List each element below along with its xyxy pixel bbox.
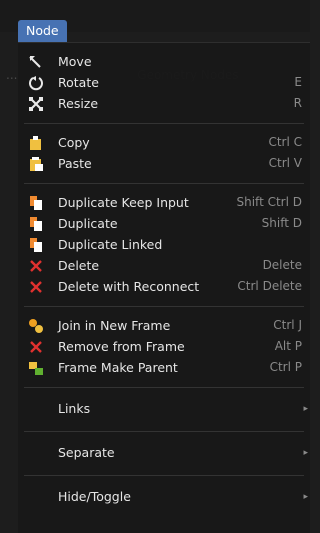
links-label: Links — [58, 401, 91, 416]
remove-from-frame-label: Remove from Frame — [58, 339, 185, 354]
copy-label: Copy — [58, 135, 90, 150]
delete-reconnect-label: Delete with Reconnect — [58, 279, 200, 294]
copy-shortcut: Ctrl C — [268, 135, 302, 149]
delete-icon — [28, 339, 44, 355]
delete-shortcut: Delete — [262, 258, 302, 272]
submenu-arrow-icon: ▸ — [303, 492, 308, 502]
menu-item-paste[interactable]: Paste Ctrl V — [18, 153, 310, 174]
move-icon — [28, 54, 44, 70]
frame-make-parent-shortcut: Ctrl P — [269, 360, 302, 374]
copy-icon — [28, 135, 44, 151]
submenu-arrow-icon: ▸ — [303, 448, 308, 458]
duplicate-keep-input-label: Duplicate Keep Input — [58, 195, 189, 210]
delete-icon — [28, 279, 44, 295]
menu-item-delete[interactable]: Delete Delete — [18, 255, 310, 276]
join-new-frame-shortcut: Ctrl J — [273, 318, 302, 332]
menu-item-delete-reconnect[interactable]: Delete with Reconnect Ctrl Delete — [18, 276, 310, 297]
menu-item-hide-toggle[interactable]: Hide/Toggle ▸ — [18, 484, 310, 510]
menu-item-separate[interactable]: Separate ▸ — [18, 440, 310, 466]
node-menu: Move Rotate E Resize R Copy Ctrl C Paste… — [18, 42, 310, 533]
delete-label: Delete — [58, 258, 100, 273]
menu-item-remove-from-frame[interactable]: Remove from Frame Alt P — [18, 336, 310, 357]
hide-toggle-label: Hide/Toggle — [58, 489, 131, 504]
menu-item-rotate[interactable]: Rotate E — [18, 72, 310, 93]
menu-item-join-new-frame[interactable]: Join in New Frame Ctrl J — [18, 315, 310, 336]
delete-reconnect-shortcut: Ctrl Delete — [237, 279, 302, 293]
menu-item-resize[interactable]: Resize R — [18, 93, 310, 114]
menu-separator — [24, 387, 304, 388]
frame-make-parent-label: Frame Make Parent — [58, 360, 178, 375]
menu-item-duplicate-keep-input[interactable]: Duplicate Keep Input Shift Ctrl D — [18, 192, 310, 213]
breadcrumb-left: ... — [6, 68, 18, 82]
duplicate-icon — [28, 216, 44, 232]
duplicate-shortcut: Shift D — [261, 216, 302, 230]
resize-icon — [28, 96, 44, 112]
separate-label: Separate — [58, 445, 115, 460]
duplicate-label: Duplicate — [58, 216, 118, 231]
menu-separator — [24, 183, 304, 184]
menu-item-links[interactable]: Links ▸ — [18, 396, 310, 422]
duplicate-icon — [28, 195, 44, 211]
header-bar: Node — [0, 0, 310, 42]
delete-icon — [28, 258, 44, 274]
menu-separator — [24, 431, 304, 432]
menu-item-duplicate[interactable]: Duplicate Shift D — [18, 213, 310, 234]
frame-parent-icon — [28, 360, 44, 376]
tab-node[interactable]: Node — [18, 20, 67, 42]
paste-icon — [28, 156, 44, 172]
submenu-arrow-icon: ▸ — [303, 404, 308, 414]
duplicate-linked-icon — [28, 237, 44, 253]
join-new-frame-label: Join in New Frame — [58, 318, 171, 333]
menu-separator — [24, 123, 304, 124]
menu-item-move[interactable]: Move — [18, 51, 310, 72]
paste-label: Paste — [58, 156, 92, 171]
menu-separator — [24, 306, 304, 307]
menu-item-duplicate-linked[interactable]: Duplicate Linked — [18, 234, 310, 255]
resize-label: Resize — [58, 96, 99, 111]
remove-from-frame-shortcut: Alt P — [274, 339, 302, 353]
join-frame-icon — [28, 318, 44, 334]
menu-item-copy[interactable]: Copy Ctrl C — [18, 132, 310, 153]
rotate-icon — [28, 75, 44, 91]
rotate-label: Rotate — [58, 75, 99, 90]
paste-shortcut: Ctrl V — [268, 156, 302, 170]
rotate-shortcut: E — [294, 75, 302, 89]
duplicate-keep-input-shortcut: Shift Ctrl D — [236, 195, 303, 209]
move-label: Move — [58, 54, 92, 69]
menu-item-frame-make-parent[interactable]: Frame Make Parent Ctrl P — [18, 357, 310, 378]
menu-separator — [24, 475, 304, 476]
resize-shortcut: R — [293, 96, 302, 110]
duplicate-linked-label: Duplicate Linked — [58, 237, 163, 252]
